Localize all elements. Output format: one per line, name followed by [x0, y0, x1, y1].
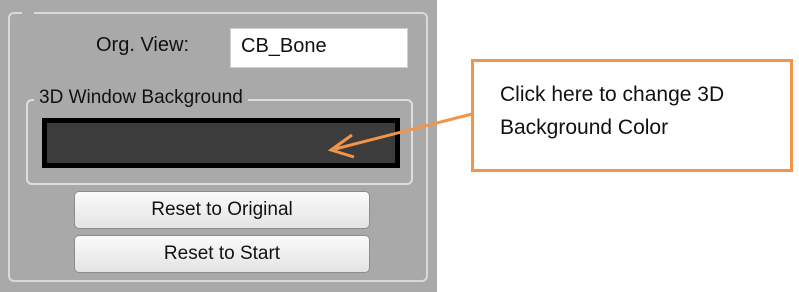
reset-to-start-button[interactable]: Reset to Start [74, 235, 370, 273]
reset-to-original-button[interactable]: Reset to Original [74, 191, 370, 229]
background-group-label: 3D Window Background [34, 87, 248, 109]
org-view-label: Org. View: [96, 34, 189, 56]
callout-text: Click here to change 3D Background Color [500, 83, 725, 139]
org-view-field[interactable]: CB_Bone [230, 28, 408, 68]
background-color-swatch[interactable] [42, 118, 400, 168]
settings-panel: Org. View: CB_Bone 3D Window Background … [0, 0, 437, 292]
group-box-gap [22, 8, 34, 16]
callout-box: Click here to change 3D Background Color [471, 59, 793, 172]
